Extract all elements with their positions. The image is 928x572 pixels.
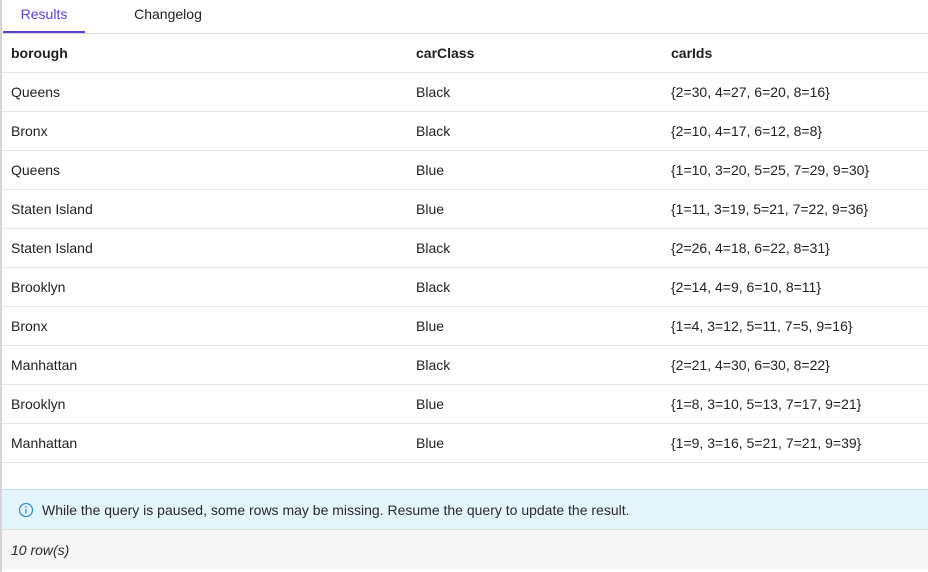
column-header-carclass[interactable]: carClass: [407, 34, 662, 73]
info-icon: [18, 502, 34, 517]
table-row[interactable]: Bronx Blue {1=4, 3=12, 5=11, 7=5, 9=16}: [2, 306, 928, 346]
result-tabs: Results Changelog: [2, 0, 928, 34]
paused-query-banner: While the query is paused, some rows may…: [2, 489, 928, 529]
cell-carids: {1=4, 3=12, 5=11, 7=5, 9=16}: [662, 306, 928, 346]
cell-borough: Staten Island: [2, 228, 407, 268]
cell-borough: Bronx: [2, 111, 407, 151]
cell-carclass: Blue: [407, 384, 662, 424]
cell-carclass: Black: [407, 72, 662, 112]
table-body: Queens Black {2=30, 4=27, 6=20, 8=16} Bronx…: [2, 72, 928, 463]
tab-changelog[interactable]: Changelog: [120, 0, 216, 33]
cell-carids: {2=14, 4=9, 6=10, 8=11}: [662, 267, 928, 307]
cell-carids: {1=11, 3=19, 5=21, 7=22, 9=36}: [662, 189, 928, 229]
cell-carids: {2=30, 4=27, 6=20, 8=16}: [662, 72, 928, 112]
table-header-row: borough carClass carIds: [2, 34, 928, 73]
table-row[interactable]: Manhattan Blue {1=9, 3=16, 5=21, 7=21, 9=3…: [2, 423, 928, 463]
cell-carids: {2=21, 4=30, 6=30, 8=22}: [662, 345, 928, 385]
table-row[interactable]: Queens Blue {1=10, 3=20, 5=25, 7=29, 9=30}: [2, 150, 928, 190]
column-header-borough[interactable]: borough: [2, 34, 407, 73]
column-header-carids[interactable]: carIds: [662, 34, 928, 73]
cell-carclass: Black: [407, 345, 662, 385]
table-row[interactable]: Brooklyn Blue {1=8, 3=10, 5=13, 7=17, 9=21…: [2, 384, 928, 424]
cell-carids: {1=10, 3=20, 5=25, 7=29, 9=30}: [662, 150, 928, 190]
cell-carids: {2=26, 4=18, 6=22, 8=31}: [662, 228, 928, 268]
table-row[interactable]: Manhattan Black {2=21, 4=30, 6=30, 8=22}: [2, 345, 928, 385]
cell-borough: Brooklyn: [2, 384, 407, 424]
table-row[interactable]: Bronx Black {2=10, 4=17, 6=12, 8=8}: [2, 111, 928, 151]
cell-borough: Queens: [2, 72, 407, 112]
cell-borough: Queens: [2, 150, 407, 190]
cell-carclass: Blue: [407, 306, 662, 346]
banner-message: While the query is paused, some rows may…: [42, 501, 630, 518]
table-row[interactable]: Queens Black {2=30, 4=27, 6=20, 8=16}: [2, 72, 928, 112]
table-row[interactable]: Staten Island Black {2=26, 4=18, 6=22, 8=3…: [2, 228, 928, 268]
cell-borough: Brooklyn: [2, 267, 407, 307]
row-count: 10 row(s): [11, 542, 70, 558]
cell-borough: Bronx: [2, 306, 407, 346]
row-count-footer: 10 row(s): [2, 529, 928, 569]
cell-carids: {2=10, 4=17, 6=12, 8=8}: [662, 111, 928, 151]
cell-carclass: Black: [407, 267, 662, 307]
table-row[interactable]: Brooklyn Black {2=14, 4=9, 6=10, 8=11}: [2, 267, 928, 307]
cell-borough: Manhattan: [2, 423, 407, 463]
table-row[interactable]: Staten Island Blue {1=11, 3=19, 5=21, 7=22…: [2, 189, 928, 229]
cell-carclass: Blue: [407, 150, 662, 190]
cell-carclass: Black: [407, 228, 662, 268]
cell-borough: Staten Island: [2, 189, 407, 229]
cell-carids: {1=9, 3=16, 5=21, 7=21, 9=39}: [662, 423, 928, 463]
cell-carclass: Blue: [407, 189, 662, 229]
cell-carids: {1=8, 3=10, 5=13, 7=17, 9=21}: [662, 384, 928, 424]
results-table: borough carClass carIds Queens Black {2=30…: [2, 34, 928, 463]
cell-carclass: Black: [407, 111, 662, 151]
cell-borough: Manhattan: [2, 345, 407, 385]
tab-results[interactable]: Results: [3, 0, 85, 33]
cell-carclass: Blue: [407, 423, 662, 463]
